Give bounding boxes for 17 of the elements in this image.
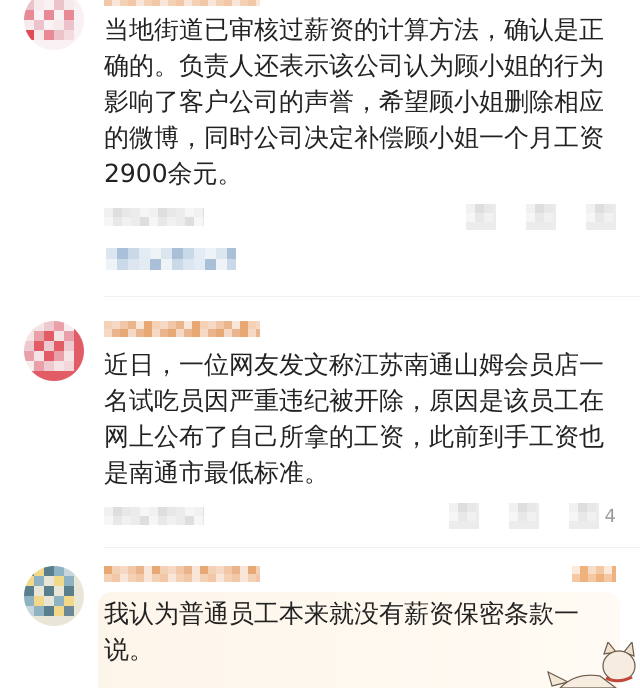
pixelated-action-icon[interactable] xyxy=(508,503,539,529)
comment-text: 当地街道已审核过薪资的计算方法，确认是正确的。负责人还表示该公司认为顾小姐的行为影响了客户公司的声誉，希望顾小姐删除相应的微博，同时公司决定补偿顾小姐一个月工资2900余元。 xyxy=(104,14,605,190)
pixelated-action-icon[interactable] xyxy=(466,204,496,230)
pixelated-avatar[interactable] xyxy=(24,321,84,381)
pixelated-action-icon[interactable] xyxy=(526,204,556,230)
pixelated-avatar[interactable] xyxy=(24,0,84,50)
pixelated-username[interactable] xyxy=(104,321,260,337)
pixelated-reply-link[interactable] xyxy=(106,248,236,270)
pixelated-action-icon[interactable] xyxy=(448,503,479,529)
comment-text: 我认为普通员工本来就没有薪资保密条款一说。 xyxy=(104,598,580,666)
pixelated-username[interactable] xyxy=(104,566,260,582)
comment-text: 近日，一位网友发文称江苏南通山姆会员店一名试吃员因严重违纪被开除，原因是该员工在网上公布了自己所拿的工资，此前到手工资也是南通市最低标准。 xyxy=(104,349,605,489)
pixelated-action-icon[interactable] xyxy=(586,204,616,230)
pixelated-action-icon[interactable] xyxy=(568,503,599,529)
like-count: 4 xyxy=(604,506,616,526)
pixelated-badge xyxy=(572,566,616,582)
pixelated-avatar[interactable] xyxy=(24,566,84,626)
